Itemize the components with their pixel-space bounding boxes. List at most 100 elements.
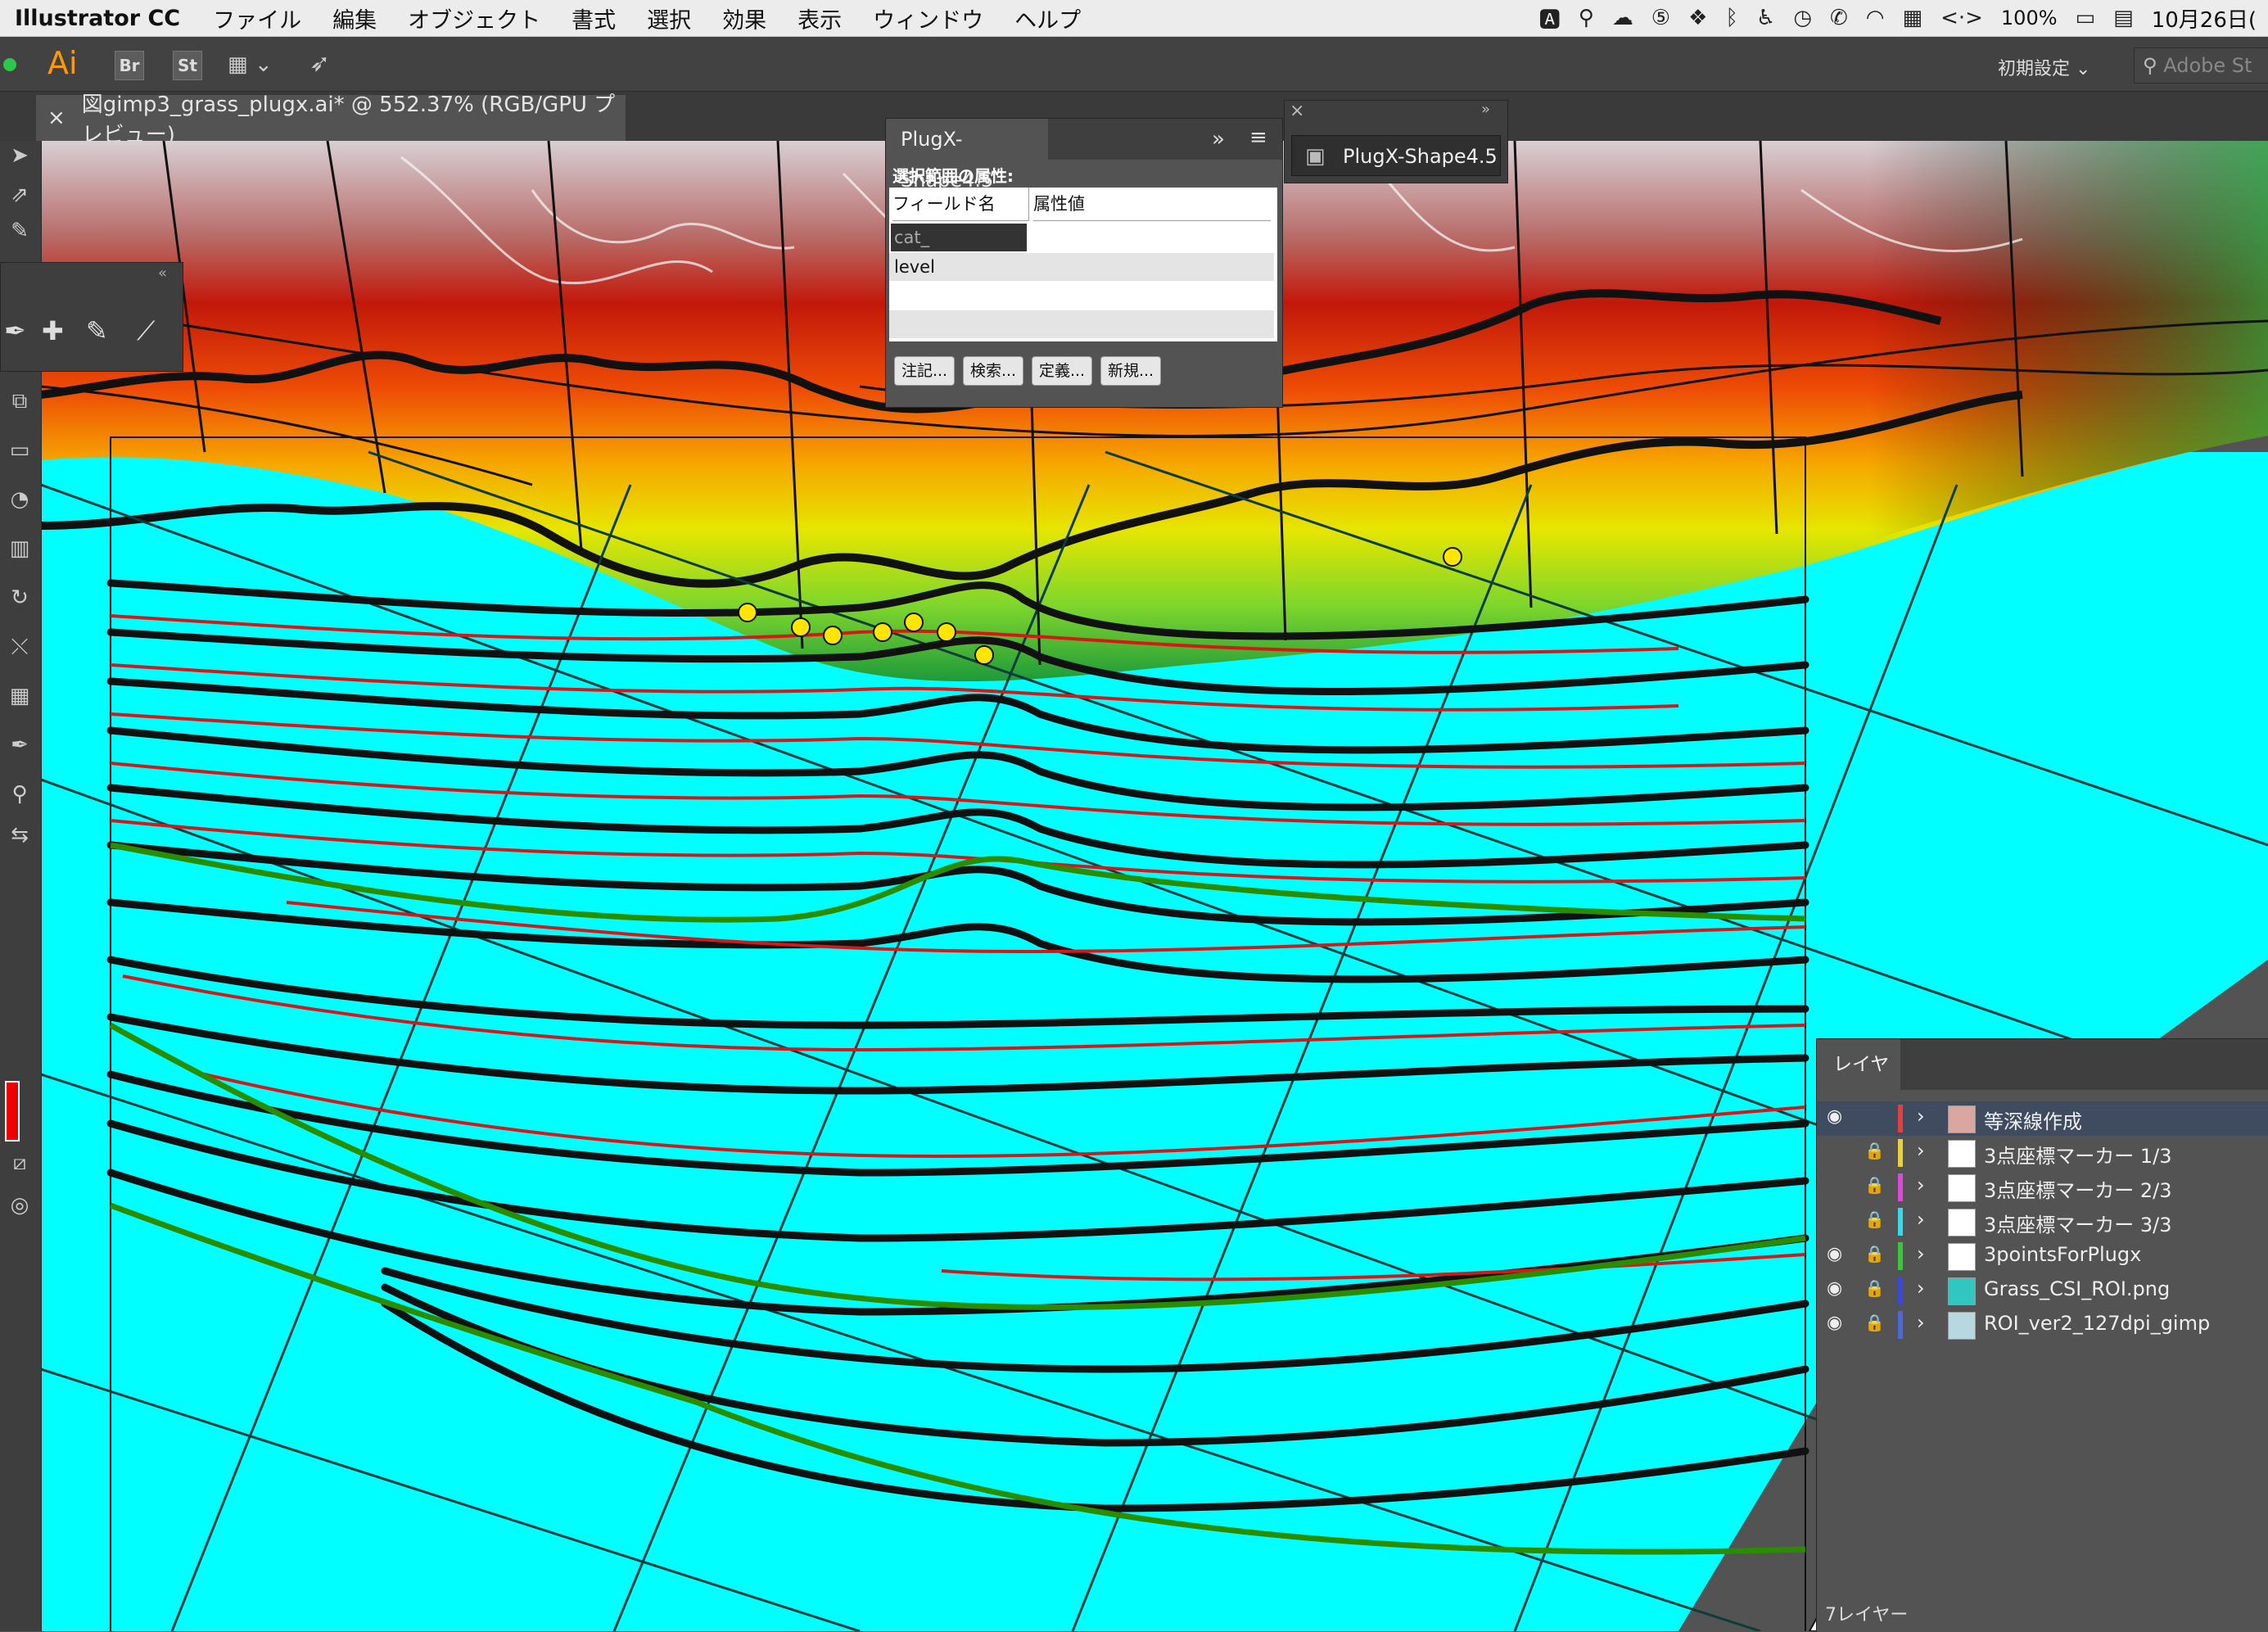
stock-search[interactable]: ⚲ Adobe St [2134,47,2268,84]
layer-name[interactable]: Grass_CSI_ROI.png [1984,1277,2170,1300]
clock[interactable]: 10月26日( [2152,3,2257,34]
panel-menu-icon[interactable]: ≡ [1249,125,1267,150]
layer-name[interactable]: 等深線作成 [1984,1105,2082,1134]
code-icon[interactable]: <·> [1940,6,1983,30]
layer-name[interactable]: 3点座標マーカー 1/3 [1984,1140,2172,1169]
search-button[interactable]: 検索... [963,356,1023,386]
rectangle-tool-icon[interactable]: ▭ [5,436,34,465]
visibility-eye-icon[interactable]: ◉ [1827,1278,1842,1299]
keyboard-icon[interactable]: ▦ [1902,6,1922,30]
bridge-button[interactable]: Br [115,51,144,80]
expand-chevron-icon[interactable]: › [1917,1208,1925,1231]
eyedropper-tool-icon[interactable]: ✒ [5,730,34,760]
window-zoom-dot[interactable] [3,58,16,71]
menu-edit[interactable]: 編集 [332,2,377,34]
table-row[interactable]: level [889,253,1274,281]
bluetooth-icon[interactable]: ᛒ [1725,6,1738,30]
flag-icon[interactable]: ▤ [2113,6,2134,30]
pen-icon[interactable]: ✒ [4,315,26,346]
layer-name[interactable]: 3点座標マーカー 3/3 [1984,1209,2172,1237]
menu-help[interactable]: ヘルプ [1014,2,1081,34]
lock-icon[interactable]: 🔒 [1864,1278,1885,1298]
add-anchor-icon[interactable]: ✚ [42,315,64,346]
lock-icon[interactable]: 🔒 [1864,1209,1885,1229]
phone-icon[interactable]: ✆ [1830,6,1848,30]
layer-row[interactable]: ◉ › 等深線作成 [1817,1101,2268,1136]
define-button[interactable]: 定義... [1032,356,1092,386]
wifi-icon[interactable]: ◠ [1866,6,1885,30]
menu-select[interactable]: 選択 [647,2,691,34]
close-tab-icon[interactable]: × [47,106,66,130]
plugx-panel-button[interactable]: ▣ PlugX-Shape4.5 [1291,135,1501,176]
width-tool-icon[interactable]: ⤬ [5,632,34,662]
html5-icon[interactable]: ⑤ [1651,6,1670,30]
tool-icon[interactable]: ⚲ [1579,6,1594,30]
visibility-eye-icon[interactable]: ◉ [1827,1313,1842,1333]
layer-row[interactable]: 🔒 › 3点座標マーカー 1/3 [1817,1136,2268,1170]
layer-row[interactable]: 🔒 › 3点座標マーカー 2/3 [1817,1170,2268,1205]
pen-tool-icon[interactable]: ✎ [5,216,34,246]
cloud-icon[interactable]: ☁ [1612,6,1633,30]
visibility-eye-icon[interactable]: ◉ [1827,1106,1842,1127]
expand-panel-icon[interactable]: » [1481,101,1490,118]
swap-colors-icon[interactable]: ⇆ [5,821,34,850]
layer-row[interactable]: 🔒 › 3点座標マーカー 3/3 [1817,1205,2268,1239]
gpu-performance-icon[interactable]: ➶ [309,49,330,78]
rotate-tool-icon[interactable]: ↻ [5,583,34,613]
collapse-icon[interactable]: « [158,264,167,282]
app-menu[interactable]: Illustrator CC [15,6,180,31]
none-color-icon[interactable]: ⧄ [5,1148,34,1178]
expand-chevron-icon[interactable]: › [1917,1139,1925,1162]
artboard-tool-icon[interactable]: ⧉ [5,387,34,416]
lock-icon[interactable]: 🔒 [1864,1141,1885,1160]
visibility-eye-icon[interactable]: ◉ [1827,1244,1842,1264]
close-panel-icon[interactable]: × [1290,101,1304,121]
stock-button[interactable]: St [173,51,202,80]
expand-chevron-icon[interactable]: › [1917,1173,1925,1196]
attribute-value-header[interactable]: 属性値 [1033,188,1271,221]
chart-tool-icon[interactable]: ▥ [5,534,34,563]
menu-view[interactable]: 表示 [797,2,842,34]
layer-name[interactable]: 3点座標マーカー 2/3 [1984,1174,2172,1203]
delete-anchor-icon[interactable]: ✎ [86,315,108,346]
expand-chevron-icon[interactable]: › [1917,1242,1925,1265]
menu-effect[interactable]: 効果 [722,2,766,34]
expand-chevron-icon[interactable]: › [1917,1311,1925,1334]
lock-icon[interactable]: 🔒 [1864,1244,1885,1264]
font-icon[interactable]: 🅰 [1539,3,1561,34]
table-row[interactable]: cat_ [891,224,1027,251]
menu-window[interactable]: ウィンドウ [873,2,983,34]
layer-row[interactable]: ◉ 🔒 › 3pointsForPlugx [1817,1239,2268,1273]
layer-name[interactable]: ROI_ver2_127dpi_gimp [1984,1312,2210,1335]
layer-row[interactable]: ◉ 🔒 › Grass_CSI_ROI.png [1817,1273,2268,1308]
annotate-button[interactable]: 注記... [894,356,955,386]
new-button[interactable]: 新規... [1100,356,1161,386]
field-name-header[interactable]: フィールド名 [892,188,1029,221]
workspace-switcher[interactable]: 初期設定 ⌄ [1998,54,2090,80]
anchor-point-icon[interactable]: ⟋ [137,315,155,347]
expand-chevron-icon[interactable]: › [1917,1105,1925,1128]
accessibility-icon[interactable]: ♿ [1756,6,1775,30]
menu-object[interactable]: オブジェクト [408,2,540,34]
layer-name[interactable]: 3pointsForPlugx [1984,1243,2141,1266]
document-tab[interactable]: × 図gimp3_grass_plugx.ai* @ 552.37% (RGB/… [36,93,626,147]
layer-row[interactable]: ◉ 🔒 › ROI_ver2_127dpi_gimp [1817,1308,2268,1342]
direct-selection-tool-icon[interactable]: ⇗ [5,180,34,210]
time-machine-icon[interactable]: ◷ [1793,6,1812,30]
selection-tool-icon[interactable]: ➤ [5,141,34,170]
tab-layers[interactable]: レイヤー [1817,1039,1900,1126]
panel-tab[interactable]: PlugX-Shape4.5 [886,119,1048,192]
battery-icon[interactable]: ▭ [2076,6,2096,30]
expand-chevron-icon[interactable]: › [1917,1277,1925,1300]
lock-icon[interactable]: 🔒 [1864,1313,1885,1332]
expand-panel-icon[interactable]: » [1212,127,1225,151]
menu-type[interactable]: 書式 [572,2,616,34]
dropbox-icon[interactable]: ❖ [1688,6,1707,30]
menu-file[interactable]: ファイル [213,2,301,34]
arrange-documents-icon[interactable]: ▦ ⌄ [228,52,273,77]
fill-color-swatch[interactable] [5,1081,20,1141]
shape-builder-icon[interactable]: ◔ [5,485,34,514]
zoom-tool-icon[interactable]: ⚲ [5,780,34,809]
lock-icon[interactable]: 🔒 [1864,1175,1885,1195]
drawing-mode-icon[interactable]: ◎ [5,1191,34,1220]
